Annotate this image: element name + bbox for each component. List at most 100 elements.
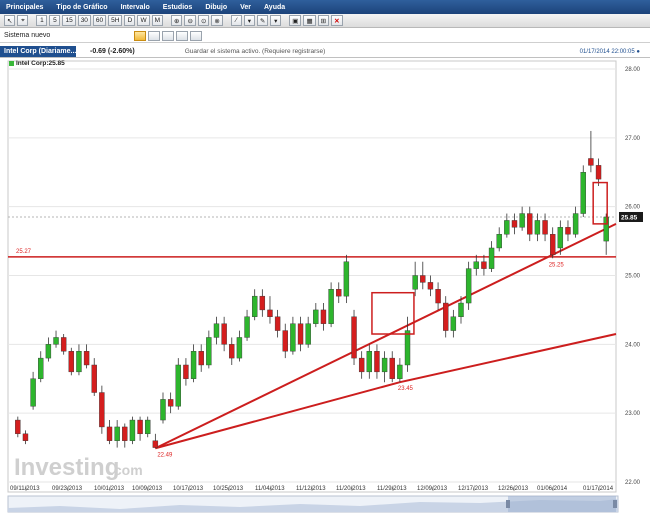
x-tick-label: 09/23/2013: [52, 486, 83, 492]
x-tick-label: 10/25/2013: [213, 486, 244, 492]
candle-body: [274, 316, 281, 331]
menu-estudios[interactable]: Estudios: [163, 4, 193, 11]
candle-body: [251, 295, 258, 317]
candle-body: [267, 309, 273, 318]
candle-body: [160, 399, 166, 421]
grid-icon[interactable]: ⊞: [317, 15, 330, 26]
candle-body: [450, 316, 457, 331]
system-bar: Sistema nuevo: [0, 29, 650, 43]
candle-body: [435, 289, 441, 304]
dropdown-chevron-icon[interactable]: ▾: [243, 15, 255, 26]
x-tick-label: 01/17/2014: [583, 486, 614, 492]
candle-body: [389, 357, 395, 379]
zoom-in-icon[interactable]: ⊕: [171, 15, 183, 26]
candlestick-chart[interactable]: 28.00 27.00 26.00 25.00 24.00 23.00 22.00 09/11…: [0, 59, 650, 520]
crosshair-icon[interactable]: ⌖: [17, 15, 29, 26]
candle-body: [145, 419, 151, 435]
draw-line-icon[interactable]: ∕: [230, 15, 242, 26]
candle-body: [122, 426, 128, 441]
menu-ayuda[interactable]: Ayuda: [264, 4, 285, 11]
candle-body: [358, 357, 365, 373]
candle-body: [473, 261, 479, 269]
interval-m-button[interactable]: M: [151, 15, 164, 26]
window-icon[interactable]: ▣: [289, 15, 302, 26]
chart-area[interactable]: Intel Corp:25.85 28.00 27.00 26.00 25.00 24.…: [0, 59, 650, 520]
candle-body: [229, 344, 235, 359]
menu-bar: Principales Tipo de Gráfico Intervalo Es…: [0, 0, 650, 14]
candle-body: [488, 247, 495, 269]
candle-body: [190, 351, 197, 379]
price-change: -0.69 (-2.60%): [90, 48, 135, 55]
zoom-reset-icon[interactable]: ⊗: [211, 15, 223, 26]
toolbar-separator: [30, 15, 34, 26]
y-tick-label: 25.00: [625, 274, 641, 280]
menu-tipo-grafico[interactable]: Tipo de Gráfico: [56, 4, 107, 11]
candle-body: [427, 282, 434, 290]
candle-body: [572, 213, 579, 235]
y-tick-label: 23.00: [625, 411, 641, 417]
candle-body: [206, 337, 212, 366]
toolbar: ↖ ⌖ 1 5 15 30 60 5H D W M ⊕ ⊖ ⊙ ⊗ ∕ ▾ ✎ …: [0, 14, 650, 28]
instrument-bar: Intel Corp (Diariame... -0.69 (-2.60%) G…: [0, 46, 650, 58]
navigator-handle-left[interactable]: [506, 500, 510, 508]
y-tick-label: 26.00: [625, 205, 641, 211]
series-label: Intel Corp:25.85: [9, 60, 65, 67]
refresh-icon[interactable]: [190, 30, 202, 41]
copy-icon[interactable]: [162, 30, 174, 41]
interval-d-button[interactable]: D: [124, 15, 136, 26]
interval-5-button[interactable]: 5: [49, 15, 61, 26]
candle-body: [328, 289, 334, 324]
candle-body: [259, 295, 266, 311]
save-notice[interactable]: Guardar el sistema activo. (Requiere reg…: [185, 48, 326, 55]
candle-body: [336, 289, 342, 297]
candle-body: [244, 316, 250, 338]
y-tick-label: 28.00: [625, 67, 641, 73]
x-tick-label: 12/26/2013: [498, 486, 529, 492]
menu-dibujo[interactable]: Dibujo: [205, 4, 227, 11]
candle-body: [549, 233, 556, 256]
y-tick-label: 27.00: [625, 136, 641, 142]
dropdown-chevron-icon[interactable]: ▾: [270, 15, 282, 26]
candle-body: [60, 337, 67, 352]
zoom-out-icon[interactable]: ⊖: [184, 15, 196, 26]
close-icon[interactable]: ✕: [331, 15, 343, 26]
save-icon[interactable]: [148, 30, 160, 41]
candle-body: [114, 426, 120, 441]
x-tick-label: 11/12/2013: [296, 486, 326, 492]
folder-icon[interactable]: [134, 30, 146, 41]
candle-body: [53, 337, 59, 345]
interval-60-button[interactable]: 60: [92, 15, 107, 26]
interval-30-button[interactable]: 30: [77, 15, 91, 26]
candle-body: [213, 323, 220, 338]
cursor-icon[interactable]: ↖: [4, 15, 16, 26]
interval-w-button[interactable]: W: [137, 15, 150, 26]
candle-body: [76, 351, 82, 373]
interval-5h-button[interactable]: 5H: [108, 15, 123, 26]
x-tick-label: 10/17/2013: [173, 486, 204, 492]
candle-body: [351, 316, 357, 359]
x-tick-label: 10/01/2013: [94, 486, 125, 492]
timestamp: 01/17/2014 22:00:05 ●: [579, 48, 640, 55]
zoom-area-icon[interactable]: ⊙: [197, 15, 210, 26]
print-icon[interactable]: [176, 30, 188, 41]
interval-1-button[interactable]: 1: [36, 15, 48, 26]
navigator-selection[interactable]: [508, 496, 616, 512]
system-label: Sistema nuevo: [4, 32, 51, 39]
pencil-icon[interactable]: ✎: [256, 15, 269, 26]
candle-body: [236, 337, 243, 359]
candle-body: [290, 323, 296, 352]
menu-ver[interactable]: Ver: [240, 4, 251, 11]
interval-15-button[interactable]: 15: [62, 15, 76, 26]
menu-intervalo[interactable]: Intervalo: [121, 4, 150, 11]
candle-body: [381, 357, 388, 373]
x-tick-label: 09/11/2013: [10, 486, 40, 492]
navigator-handle-right[interactable]: [613, 500, 617, 508]
candle-body: [129, 419, 136, 441]
layout-icon[interactable]: ▦: [303, 15, 316, 26]
instrument-tab[interactable]: Intel Corp (Diariame...: [0, 46, 76, 57]
candle-body: [30, 378, 36, 407]
y-tick-label: 24.00: [625, 342, 641, 348]
y-tick-label: 22.00: [625, 480, 641, 486]
candle-body: [504, 220, 510, 235]
menu-principales[interactable]: Principales: [6, 4, 43, 11]
